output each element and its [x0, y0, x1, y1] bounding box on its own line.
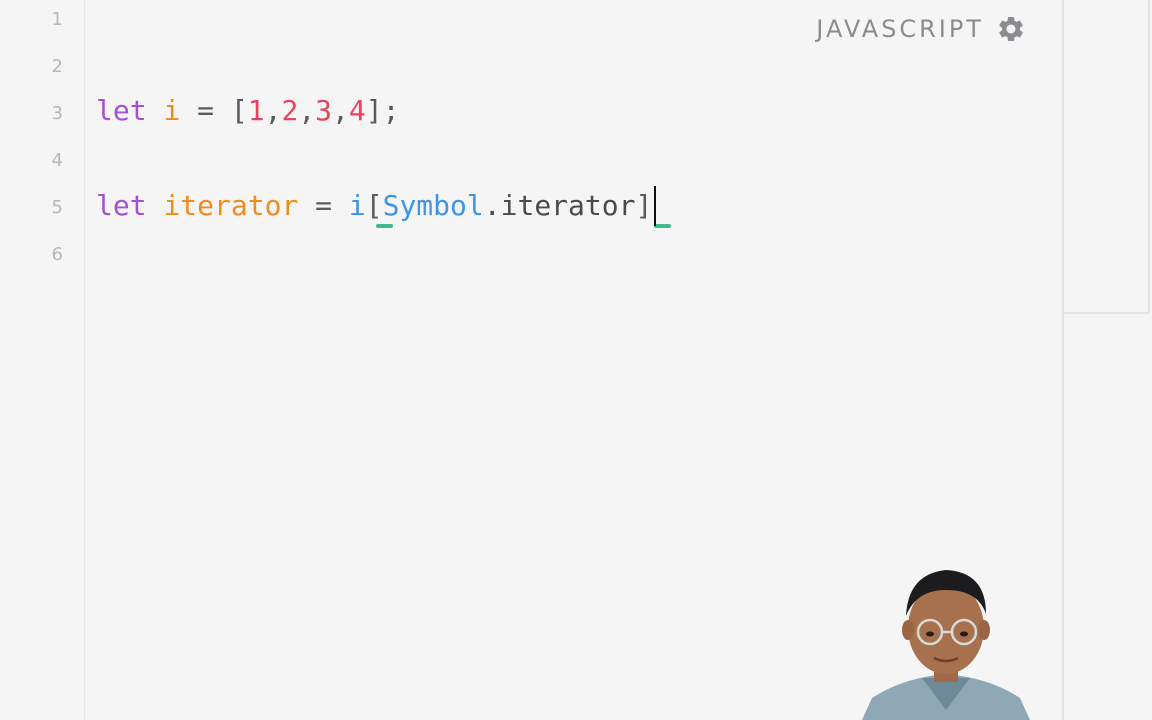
code-token: 3 — [315, 94, 333, 127]
code-token: [ — [230, 94, 248, 127]
code-token: let — [96, 189, 147, 222]
code-token: i — [163, 94, 181, 127]
code-token: iterator — [163, 189, 299, 222]
code-token: , — [264, 94, 282, 127]
code-token: let — [96, 94, 147, 127]
side-panel-top — [1064, 0, 1150, 314]
code-token: ]; — [365, 94, 400, 127]
line-number: 1 — [51, 9, 63, 30]
code-token: 4 — [348, 94, 366, 127]
bracket-match-underline — [654, 224, 671, 228]
webcam-overlay — [862, 560, 1030, 720]
line-number: 5 — [51, 197, 63, 218]
code-token: [ — [365, 189, 383, 222]
code-token: , — [332, 94, 349, 127]
bracket-match-underline — [376, 224, 393, 228]
code-line[interactable]: let i = [1,2,3,4]; — [96, 87, 399, 134]
line-number: 6 — [51, 244, 63, 265]
language-label[interactable]: JAVASCRIPT — [816, 15, 984, 43]
line-number: 3 — [51, 103, 63, 124]
code-token: Symbol — [382, 189, 484, 222]
code-token: i — [348, 189, 366, 222]
language-selector[interactable]: JAVASCRIPT — [816, 14, 1026, 44]
line-number: 2 — [51, 56, 63, 77]
gear-icon[interactable] — [996, 14, 1026, 44]
code-line[interactable]: let iterator = i[Symbol.iterator] — [96, 182, 652, 229]
line-number-gutter: 1 2 3 4 5 6 — [0, 0, 85, 720]
presenter-image — [862, 570, 1030, 720]
code-token: .iterator — [483, 189, 636, 222]
code-token: = — [180, 94, 231, 127]
code-token: 1 — [247, 94, 265, 127]
line-number: 4 — [51, 150, 63, 171]
code-token: 2 — [281, 94, 299, 127]
side-panel — [1062, 0, 1152, 720]
code-token: ] — [635, 189, 653, 222]
code-token: , — [298, 94, 316, 127]
text-cursor — [654, 186, 656, 226]
code-token: = — [298, 189, 349, 222]
